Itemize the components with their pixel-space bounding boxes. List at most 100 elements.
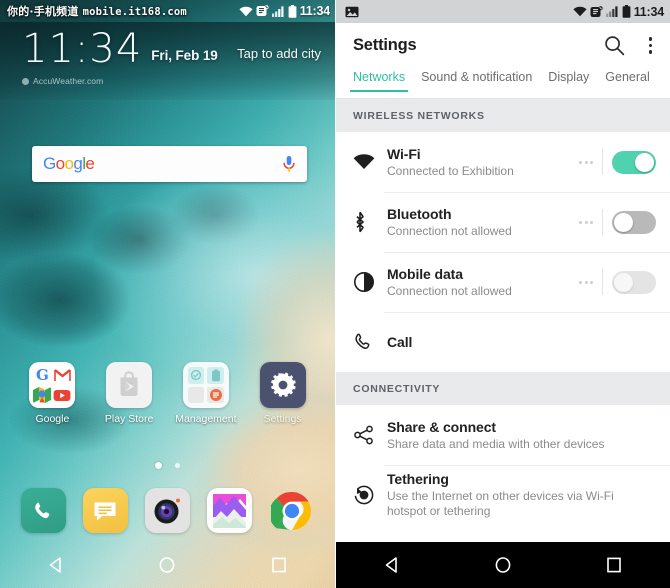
row-text: Call [387, 334, 656, 350]
row-text: Mobile data Connection not allowed [387, 266, 579, 299]
widget-time: 11:34 [22, 26, 143, 72]
settings-status-bar: 11:34 [336, 0, 670, 23]
row-subtitle: Connection not allowed [387, 283, 512, 298]
share-icon [353, 424, 387, 446]
settings-row-tethering[interactable]: Tethering Use the Internet on other devi… [336, 465, 670, 525]
youtube-icon [53, 386, 72, 404]
wifi-icon [239, 6, 253, 16]
attribution-text: AccuWeather.com [33, 76, 104, 86]
app-settings[interactable]: Settings [251, 362, 315, 425]
bluetooth-icon [353, 211, 387, 233]
screenshot-image-icon [345, 6, 359, 17]
nav-back-button[interactable] [365, 542, 419, 588]
nav-home-button[interactable] [476, 542, 530, 588]
microphone-icon[interactable] [282, 155, 296, 173]
app-google-folder[interactable]: G Google [20, 362, 84, 425]
row-overflow-dots-icon[interactable] [579, 220, 593, 224]
signal-icon [605, 6, 618, 17]
app-management-folder[interactable]: Management [174, 362, 238, 425]
row-overflow-dots-icon[interactable] [579, 280, 593, 284]
page-dot-inactive[interactable] [175, 463, 180, 468]
app-label-management: Management [175, 413, 237, 425]
mobile-data-toggle[interactable] [612, 270, 656, 294]
nav-back-button[interactable] [29, 542, 83, 588]
settings-row-wifi[interactable]: Wi-Fi Connected to Exhibition [336, 132, 670, 192]
home-page-indicator [0, 462, 335, 469]
tab-sound-notification[interactable]: Sound & notification [413, 68, 540, 92]
wifi-toggle[interactable] [612, 150, 656, 174]
app-label-google: Google [35, 413, 70, 425]
google-search-bar[interactable]: Google [32, 146, 307, 182]
app-label-settings: Settings [263, 413, 302, 425]
watermark-text: 你的·手机频道 [7, 5, 79, 18]
play-store-icon [106, 362, 153, 408]
wifi-icon [353, 154, 387, 170]
clock-row: 11:34 Fri, Feb 19 Tap to add city [22, 26, 321, 72]
folder-empty-slot [187, 386, 205, 403]
row-overflow-dots-icon[interactable] [579, 160, 593, 164]
row-title: Wi-Fi [387, 145, 421, 162]
settings-app-bar: Settings [336, 23, 670, 68]
dock-messages-icon[interactable] [82, 488, 128, 533]
battery-icon [622, 5, 631, 18]
nav-recents-button[interactable] [252, 542, 306, 588]
dock-camera-icon[interactable] [144, 488, 190, 533]
home-status-icons: 11:34 [239, 4, 330, 18]
kebab-menu-icon[interactable] [645, 33, 657, 58]
settings-screen-panel: 11:34 Settings Networks Sound & notifica… [335, 0, 670, 588]
row-title: Bluetooth [387, 205, 452, 222]
smart-doctor-icon [187, 367, 205, 384]
row-subtitle: Use the Internet on other devices via Wi… [387, 489, 614, 518]
row-text: Tethering Use the Internet on other devi… [387, 471, 656, 519]
row-trailing [579, 269, 656, 295]
dual-phone-screenshot: 你的·手机频道 mobile.it168.com 11:34 11:34 Fri… [0, 0, 670, 588]
app-bar-actions [604, 33, 657, 58]
settings-row-share-connect[interactable]: Share & connect Share data and media wit… [336, 405, 670, 465]
home-dock [0, 488, 335, 533]
row-title: Mobile data [387, 265, 463, 282]
signal-icon [271, 5, 284, 17]
search-icon[interactable] [604, 35, 625, 56]
bluetooth-toggle[interactable] [612, 210, 656, 234]
home-clock-time: 11:34 [299, 4, 330, 18]
settings-list: WIRELESS NETWORKS Wi-Fi Connected to Exh… [336, 99, 670, 542]
dock-gallery-icon[interactable] [207, 488, 253, 533]
dock-phone-icon[interactable] [20, 488, 66, 533]
management-folder-icon [182, 362, 229, 408]
tab-general[interactable]: General [597, 68, 657, 92]
nav-home-button[interactable] [140, 542, 194, 588]
settings-status-icons: 11:34 [573, 5, 664, 19]
settings-row-mobile-data[interactable]: Mobile data Connection not allowed [336, 252, 670, 312]
home-screen-panel: 你的·手机频道 mobile.it168.com 11:34 11:34 Fri… [0, 0, 335, 588]
row-divider [602, 269, 603, 295]
app-label-play-store: Play Store [104, 413, 154, 425]
row-text: Wi-Fi Connected to Exhibition [387, 146, 579, 179]
row-trailing [579, 209, 656, 235]
page-dot-active[interactable] [155, 462, 162, 469]
widget-date: Fri, Feb 19 [151, 48, 218, 63]
battery-manager-icon [207, 367, 224, 384]
settings-gear-icon [259, 362, 306, 408]
dock-chrome-icon[interactable] [269, 488, 314, 533]
tab-display[interactable]: Display [540, 68, 597, 92]
section-header-connectivity: CONNECTIVITY [336, 372, 670, 405]
accuweather-logo-icon [22, 77, 29, 85]
nav-recents-button[interactable] [587, 542, 641, 588]
tab-networks[interactable]: Networks [345, 68, 413, 92]
home-navigation-bar [0, 542, 335, 588]
settings-row-bluetooth[interactable]: Bluetooth Connection not allowed [336, 192, 670, 252]
mobile-data-icon [353, 271, 387, 293]
add-city-prompt[interactable]: Tap to add city [237, 46, 321, 61]
file-manager-icon [207, 386, 224, 403]
weather-attribution: AccuWeather.com [22, 76, 321, 86]
settings-row-call[interactable]: Call [336, 312, 670, 372]
google-logo: Google [43, 154, 95, 173]
settings-navigation-bar [336, 542, 670, 588]
clock-weather-widget[interactable]: 11:34 Fri, Feb 19 Tap to add city AccuWe… [0, 22, 335, 100]
row-subtitle: Connected to Exhibition [387, 163, 514, 178]
google-g-icon: G [35, 366, 49, 384]
row-title: Tethering [387, 471, 449, 487]
row-text: Share & connect Share data and media wit… [387, 419, 656, 452]
row-title: Call [387, 334, 413, 350]
app-play-store[interactable]: Play Store [97, 362, 161, 425]
